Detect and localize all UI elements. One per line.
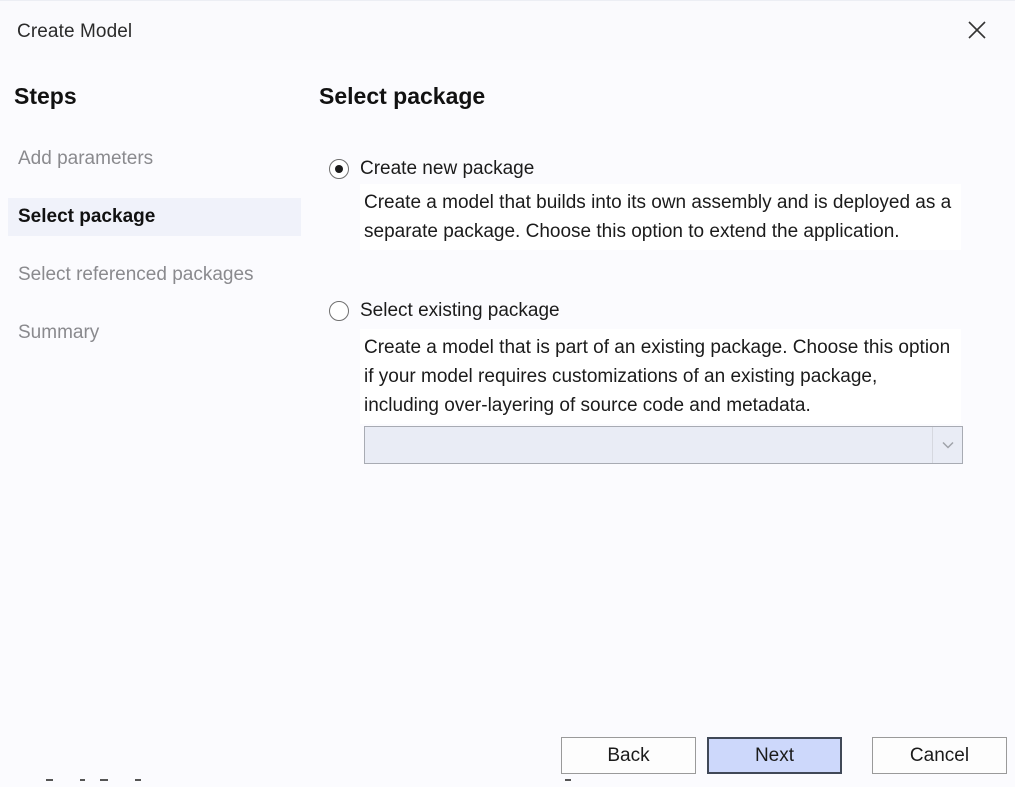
create-new-package-option[interactable]: Create new package — [329, 155, 534, 183]
select-existing-package-label: Select existing package — [360, 300, 560, 321]
divider-fragment — [46, 779, 53, 781]
close-icon — [968, 21, 986, 39]
divider-fragment — [565, 779, 571, 781]
title-bar: Create Model — [0, 0, 1015, 60]
select-existing-package-radio[interactable] — [329, 301, 349, 321]
select-existing-package-description: Create a model that is part of an existi… — [360, 329, 961, 424]
chevron-down-icon — [941, 441, 954, 449]
close-button[interactable] — [964, 17, 990, 43]
create-new-package-description: Create a model that builds into its own … — [360, 184, 961, 250]
divider-fragment — [135, 779, 141, 781]
divider-fragment — [100, 779, 108, 781]
package-dropdown[interactable] — [364, 426, 963, 464]
package-dropdown-toggle[interactable] — [932, 427, 962, 463]
divider-fragment — [80, 779, 85, 781]
dialog-title: Create Model — [17, 21, 133, 42]
back-button[interactable]: Back — [561, 737, 696, 774]
steps-heading: Steps — [14, 83, 77, 109]
step-summary[interactable]: Summary — [8, 314, 301, 352]
cancel-button[interactable]: Cancel — [872, 737, 1007, 774]
next-button[interactable]: Next — [707, 737, 842, 774]
page-heading: Select package — [319, 83, 486, 109]
create-new-package-label: Create new package — [360, 158, 535, 179]
step-select-referenced-packages[interactable]: Select referenced packages — [8, 256, 301, 294]
step-add-parameters[interactable]: Add parameters — [8, 140, 301, 178]
create-new-package-radio[interactable] — [329, 159, 349, 179]
step-select-package[interactable]: Select package — [8, 198, 301, 236]
select-existing-package-option[interactable]: Select existing package — [329, 297, 560, 325]
